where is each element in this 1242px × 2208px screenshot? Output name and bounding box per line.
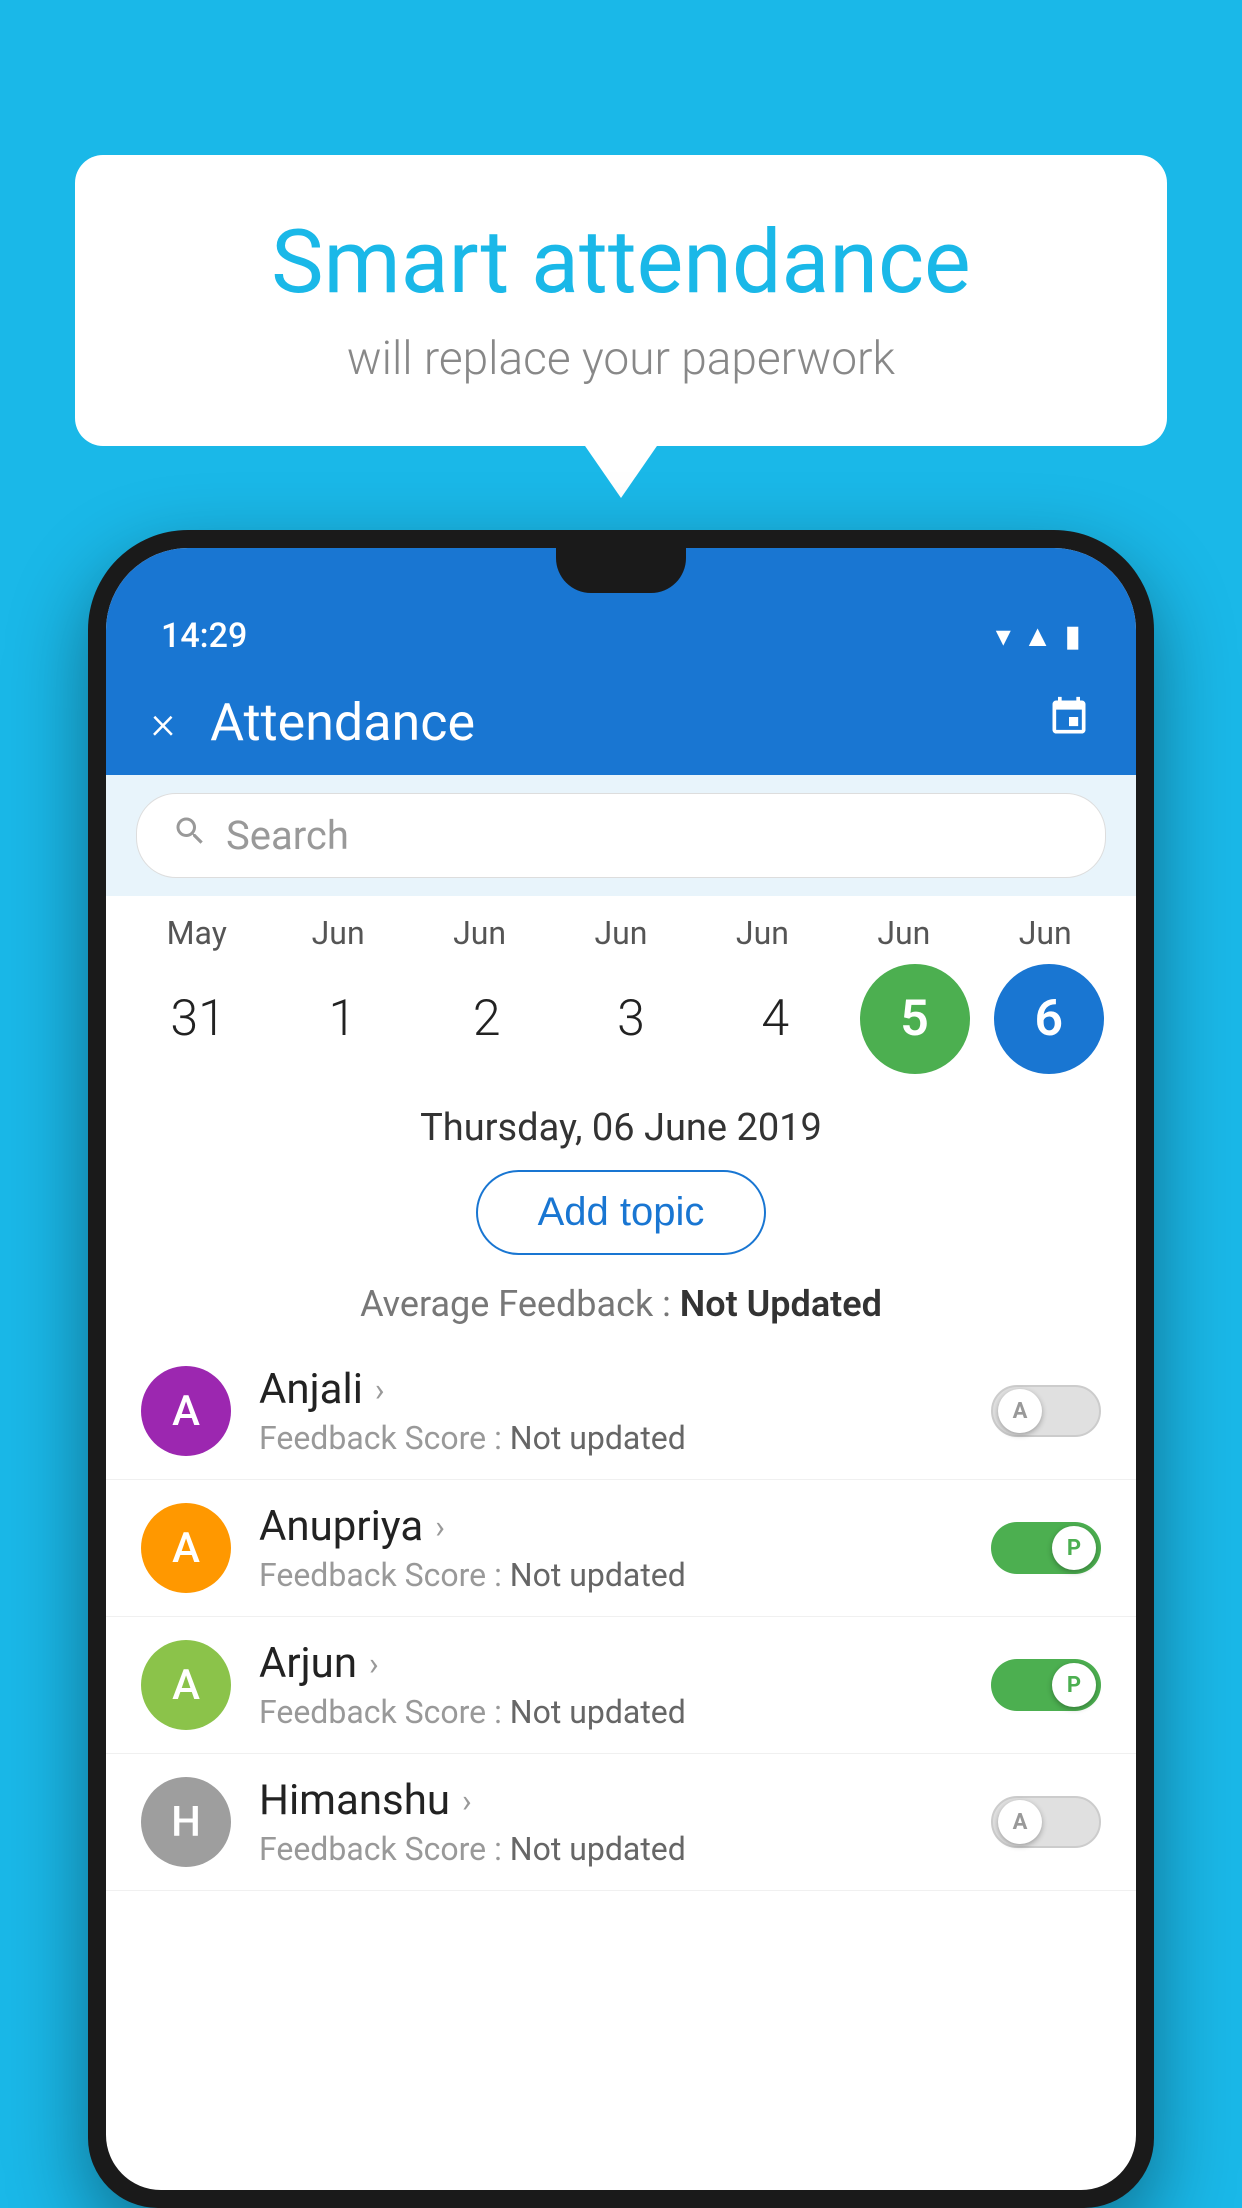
close-button[interactable]: × xyxy=(151,696,175,750)
calendar-icon[interactable] xyxy=(1047,695,1091,750)
student-feedback: Feedback Score : Not updated xyxy=(259,1556,991,1594)
student-info[interactable]: Anupriya › Feedback Score : Not updated xyxy=(259,1502,991,1594)
toggle-switch[interactable]: P xyxy=(991,1522,1101,1574)
add-topic-button[interactable]: Add topic xyxy=(476,1170,767,1255)
calendar-day-5[interactable]: 5 xyxy=(860,964,970,1074)
toggle-knob: A xyxy=(998,1389,1042,1433)
student-name: Anjali › xyxy=(259,1365,991,1414)
student-name: Arjun › xyxy=(259,1639,991,1688)
calendar-month-0: May xyxy=(137,914,257,952)
calendar-month-4: Jun xyxy=(702,914,822,952)
avg-feedback-label: Average Feedback : xyxy=(360,1283,671,1325)
calendar-day-2[interactable]: 2 xyxy=(427,969,547,1069)
calendar-month-3: Jun xyxy=(561,914,681,952)
calendar-day-3[interactable]: 3 xyxy=(571,969,691,1069)
toggle-knob: P xyxy=(1052,1663,1096,1707)
list-item: A Anupriya › Feedback Score : Not update… xyxy=(106,1480,1136,1617)
student-feedback: Feedback Score : Not updated xyxy=(259,1830,991,1868)
notch xyxy=(556,548,686,593)
avatar: A xyxy=(141,1640,231,1730)
calendar-days: 31 1 2 3 4 5 6 xyxy=(126,964,1116,1074)
speech-bubble-title: Smart attendance xyxy=(155,215,1087,312)
app-bar: × Attendance xyxy=(106,670,1136,775)
wifi-icon: ▾ xyxy=(996,619,1011,654)
attendance-toggle[interactable]: A xyxy=(991,1385,1101,1437)
battery-icon: ▮ xyxy=(1064,619,1081,654)
student-feedback: Feedback Score : Not updated xyxy=(259,1419,991,1457)
chevron-right-icon: › xyxy=(375,1371,385,1409)
notch-area xyxy=(106,548,1136,598)
search-bar[interactable]: Search xyxy=(136,793,1106,878)
toggle-switch[interactable]: A xyxy=(991,1796,1101,1848)
student-info[interactable]: Anjali › Feedback Score : Not updated xyxy=(259,1365,991,1457)
signal-icon: ▲ xyxy=(1023,619,1053,654)
avatar: H xyxy=(141,1777,231,1867)
phone-frame: 14:29 ▾ ▲ ▮ × Attendance xyxy=(88,530,1154,2208)
speech-bubble: Smart attendance will replace your paper… xyxy=(75,155,1167,446)
calendar-day-4[interactable]: 4 xyxy=(715,969,835,1069)
toggle-switch[interactable]: P xyxy=(991,1659,1101,1711)
status-icons: ▾ ▲ ▮ xyxy=(996,619,1081,654)
calendar-month-6: Jun xyxy=(985,914,1105,952)
calendar-month-2: Jun xyxy=(420,914,540,952)
chevron-right-icon: › xyxy=(462,1782,472,1820)
average-feedback: Average Feedback : Not Updated xyxy=(106,1275,1136,1343)
phone-screen: 14:29 ▾ ▲ ▮ × Attendance xyxy=(106,548,1136,2190)
search-placeholder: Search xyxy=(226,812,349,859)
avatar: A xyxy=(141,1366,231,1456)
toggle-switch[interactable]: A xyxy=(991,1385,1101,1437)
attendance-toggle[interactable]: P xyxy=(991,1659,1101,1711)
student-info[interactable]: Arjun › Feedback Score : Not updated xyxy=(259,1639,991,1731)
calendar-months: May Jun Jun Jun Jun Jun Jun xyxy=(126,914,1116,952)
avg-feedback-value: Not Updated xyxy=(680,1283,882,1325)
chevron-right-icon: › xyxy=(435,1508,445,1546)
avatar: A xyxy=(141,1503,231,1593)
search-icon xyxy=(172,813,208,858)
date-display: Thursday, 06 June 2019 xyxy=(106,1084,1136,1160)
status-bar: 14:29 ▾ ▲ ▮ xyxy=(106,598,1136,670)
search-container: Search xyxy=(106,775,1136,896)
status-time: 14:29 xyxy=(161,616,247,656)
calendar-day-1[interactable]: 1 xyxy=(282,969,402,1069)
student-name: Himanshu › xyxy=(259,1776,991,1825)
app-bar-title: Attendance xyxy=(210,692,1047,753)
toggle-knob: A xyxy=(998,1800,1042,1844)
list-item: A Arjun › Feedback Score : Not updated P xyxy=(106,1617,1136,1754)
student-name: Anupriya › xyxy=(259,1502,991,1551)
calendar-day-6[interactable]: 6 xyxy=(994,964,1104,1074)
attendance-toggle[interactable]: P xyxy=(991,1522,1101,1574)
calendar-month-1: Jun xyxy=(278,914,398,952)
attendance-toggle[interactable]: A xyxy=(991,1796,1101,1848)
speech-bubble-subtitle: will replace your paperwork xyxy=(155,332,1087,386)
student-feedback: Feedback Score : Not updated xyxy=(259,1693,991,1731)
list-item: H Himanshu › Feedback Score : Not update… xyxy=(106,1754,1136,1891)
add-topic-container: Add topic xyxy=(106,1160,1136,1275)
speech-bubble-container: Smart attendance will replace your paper… xyxy=(75,155,1167,446)
calendar-month-5: Jun xyxy=(844,914,964,952)
student-info[interactable]: Himanshu › Feedback Score : Not updated xyxy=(259,1776,991,1868)
calendar-strip: May Jun Jun Jun Jun Jun Jun 31 1 2 3 4 5… xyxy=(106,896,1136,1084)
calendar-day-0[interactable]: 31 xyxy=(138,969,258,1069)
student-list: A Anjali › Feedback Score : Not updated … xyxy=(106,1343,1136,2190)
list-item: A Anjali › Feedback Score : Not updated … xyxy=(106,1343,1136,1480)
chevron-right-icon: › xyxy=(369,1645,379,1683)
toggle-knob: P xyxy=(1052,1526,1096,1570)
